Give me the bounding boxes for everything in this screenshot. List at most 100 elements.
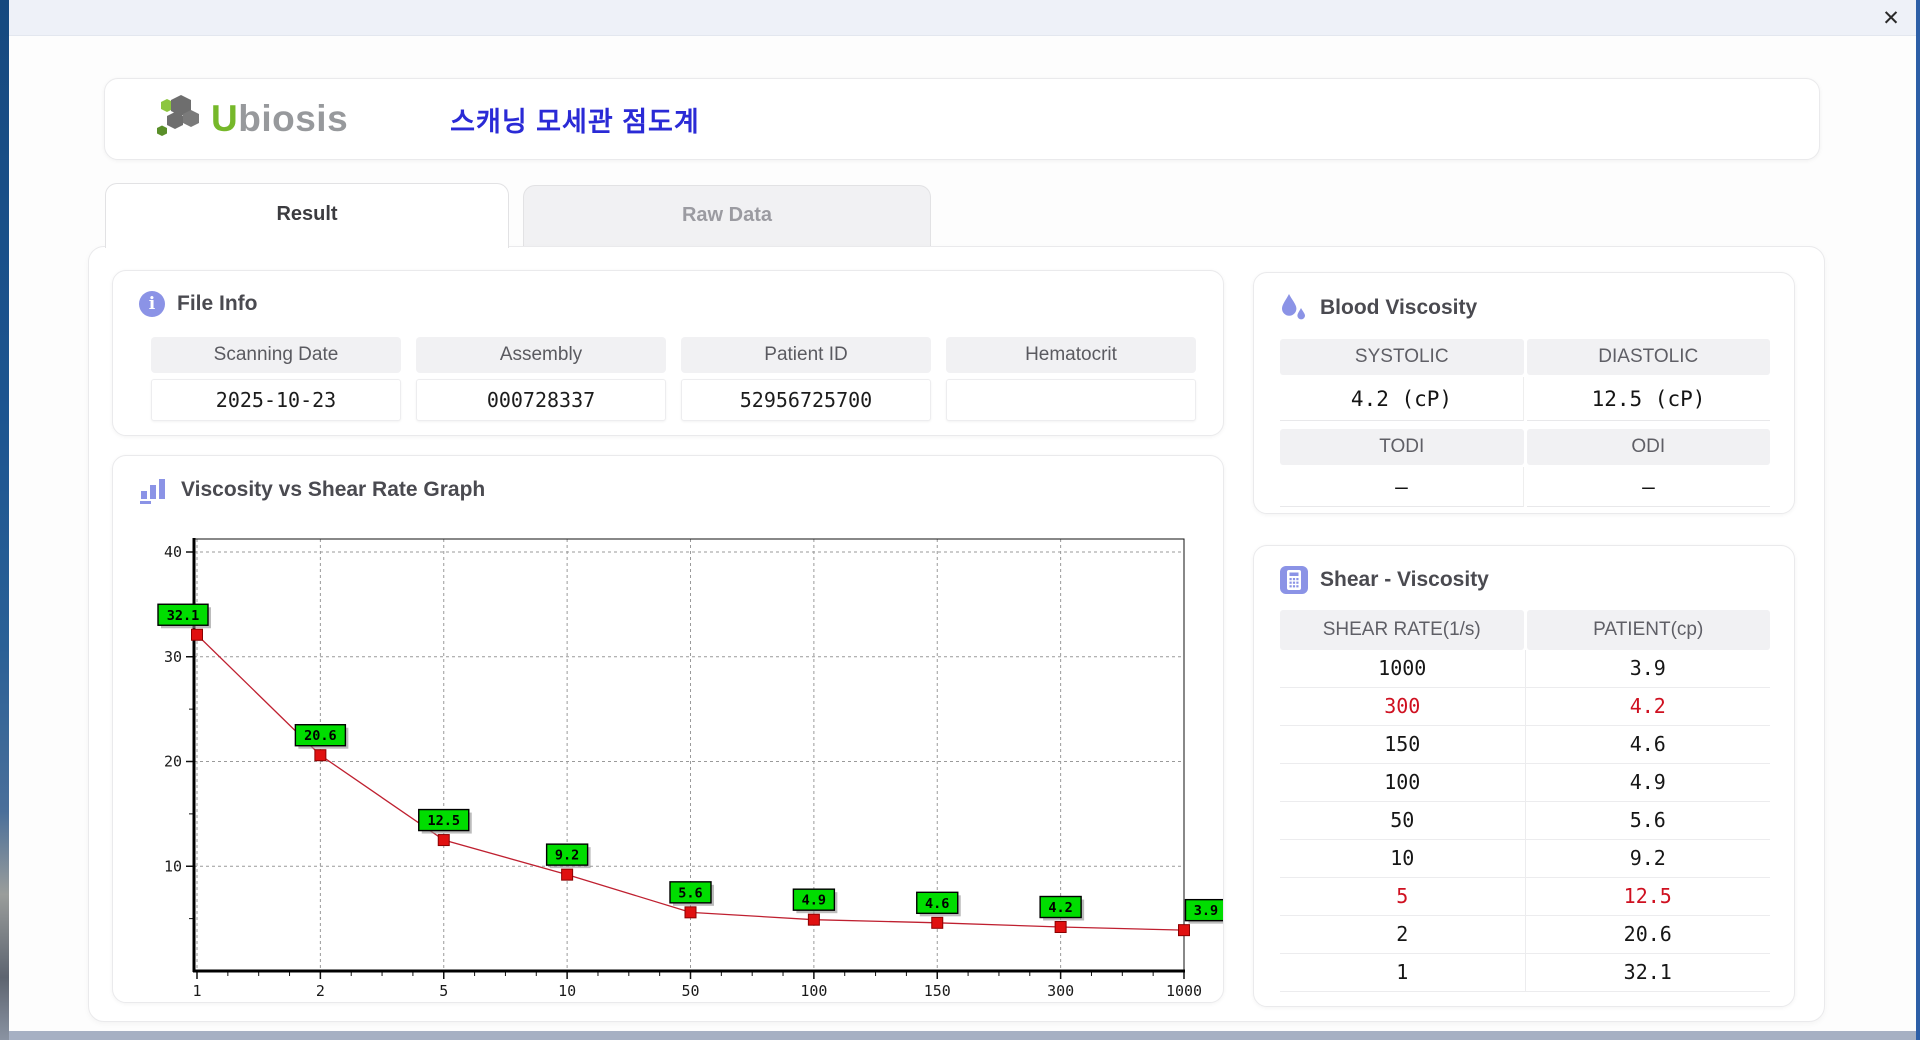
diastolic-label: DIASTOLIC xyxy=(1527,339,1771,375)
table-row: 132.1 xyxy=(1280,954,1770,992)
shear-rate-cell: 300 xyxy=(1280,688,1526,725)
field-value: 52956725700 xyxy=(681,379,931,421)
logo-wordmark: Ubiosis xyxy=(211,98,348,140)
blood-viscosity-table: SYSTOLIC DIASTOLIC 4.2 (cP) 12.5 (cP) TO… xyxy=(1280,339,1770,507)
patient-cell: 12.5 xyxy=(1526,878,1771,915)
calculator-grid-icon xyxy=(1280,566,1308,594)
background-window-edge xyxy=(0,0,9,1040)
page-title: 스캐닝 모세관 점도계 xyxy=(450,100,700,139)
systolic-value: 4.2 (cP) xyxy=(1280,377,1524,421)
tab-result[interactable]: Result xyxy=(105,183,509,248)
table-body: 10003.93004.21504.61004.9505.6109.2512.5… xyxy=(1280,650,1770,992)
field-label: Assembly xyxy=(416,337,666,373)
svg-text:12.5: 12.5 xyxy=(427,813,460,829)
ubiosis-logo: Ubiosis xyxy=(149,94,348,144)
svg-text:50: 50 xyxy=(681,982,699,1000)
svg-text:4.6: 4.6 xyxy=(925,896,949,912)
table-row: 505.6 xyxy=(1280,802,1770,840)
shear-rate-cell: 100 xyxy=(1280,764,1526,801)
svg-text:300: 300 xyxy=(1047,982,1074,1000)
shear-rate-cell: 150 xyxy=(1280,726,1526,763)
svg-text:30: 30 xyxy=(164,648,182,666)
patient-cell: 3.9 xyxy=(1526,650,1771,687)
todi-label: TODI xyxy=(1280,429,1524,465)
close-icon[interactable]: ✕ xyxy=(1878,6,1904,32)
table-row: 109.2 xyxy=(1280,840,1770,878)
patient-cell: 4.9 xyxy=(1526,764,1771,801)
table-row: 512.5 xyxy=(1280,878,1770,916)
window-titlebar: ✕ xyxy=(9,0,1920,36)
table-row: SYSTOLIC DIASTOLIC xyxy=(1280,339,1770,375)
blood-viscosity-section: Blood Viscosity SYSTOLIC DIASTOLIC 4.2 (… xyxy=(1253,272,1795,514)
logo-letter-u: U xyxy=(211,98,238,139)
shear-viscosity-header: Shear - Viscosity xyxy=(1280,566,1794,594)
hexagon-cluster-icon xyxy=(149,94,205,144)
tab-raw-data[interactable]: Raw Data xyxy=(523,185,931,246)
field-label: Patient ID xyxy=(681,337,931,373)
blood-viscosity-title: Blood Viscosity xyxy=(1320,296,1477,320)
shear-viscosity-title: Shear - Viscosity xyxy=(1320,568,1489,592)
table-row: – – xyxy=(1280,467,1770,507)
svg-text:40: 40 xyxy=(164,543,182,561)
odi-value: – xyxy=(1527,467,1770,507)
shear-rate-column-header: SHEAR RATE(1/s) xyxy=(1280,610,1524,650)
svg-text:4.2: 4.2 xyxy=(1048,900,1072,916)
table-header-row: SHEAR RATE(1/s) PATIENT(cp) xyxy=(1280,610,1770,650)
viscosity-chart: 125105010015030010001020304032.120.612.5… xyxy=(113,456,1223,1002)
field-patient-id: Patient ID 52956725700 xyxy=(681,337,931,421)
viscosity-graph-section: Viscosity vs Shear Rate Graph 1251050100… xyxy=(112,455,1224,1003)
field-label: Scanning Date xyxy=(151,337,401,373)
shear-rate-cell: 5 xyxy=(1280,878,1526,915)
systolic-label: SYSTOLIC xyxy=(1280,339,1524,375)
svg-text:2: 2 xyxy=(316,982,325,1000)
blood-viscosity-header: Blood Viscosity xyxy=(1280,293,1794,323)
svg-text:5: 5 xyxy=(439,982,448,1000)
window-bottom-border xyxy=(9,1031,1916,1040)
field-scanning-date: Scanning Date 2025-10-23 xyxy=(151,337,401,421)
patient-cell: 9.2 xyxy=(1526,840,1771,877)
table-row: 3004.2 xyxy=(1280,688,1770,726)
shear-viscosity-table: SHEAR RATE(1/s) PATIENT(cp) 10003.93004.… xyxy=(1280,610,1770,992)
patient-cell: 4.6 xyxy=(1526,726,1771,763)
svg-text:100: 100 xyxy=(800,982,827,1000)
water-drops-icon xyxy=(1280,293,1308,323)
file-info-fields: Scanning Date 2025-10-23 Assembly 000728… xyxy=(151,337,1196,421)
file-info-header: i File Info xyxy=(139,291,1223,317)
svg-text:5.6: 5.6 xyxy=(678,885,702,901)
app-header: Ubiosis 스캐닝 모세관 점도계 xyxy=(104,78,1820,160)
svg-text:150: 150 xyxy=(924,982,951,1000)
file-info-section: i File Info Scanning Date 2025-10-23 Ass… xyxy=(112,270,1224,436)
field-assembly: Assembly 000728337 xyxy=(416,337,666,421)
table-row: 10003.9 xyxy=(1280,650,1770,688)
diastolic-value: 12.5 (cP) xyxy=(1527,377,1770,421)
field-value xyxy=(946,379,1196,421)
odi-label: ODI xyxy=(1527,429,1771,465)
shear-rate-cell: 10 xyxy=(1280,840,1526,877)
file-info-title: File Info xyxy=(177,292,258,316)
table-row: 1004.9 xyxy=(1280,764,1770,802)
svg-text:3.9: 3.9 xyxy=(1194,903,1218,919)
patient-cell: 32.1 xyxy=(1526,954,1771,991)
table-row: TODI ODI xyxy=(1280,429,1770,465)
table-row: 1504.6 xyxy=(1280,726,1770,764)
app-window: ✕ Ubiosis 스캐닝 모세관 점도계 Result Raw Data i … xyxy=(0,0,1920,1040)
window-right-border xyxy=(1916,0,1920,1040)
table-row: 4.2 (cP) 12.5 (cP) xyxy=(1280,377,1770,421)
svg-text:1000: 1000 xyxy=(1166,982,1202,1000)
logo-word-rest: biosis xyxy=(238,98,348,139)
shear-rate-cell: 1 xyxy=(1280,954,1526,991)
svg-text:32.1: 32.1 xyxy=(167,608,200,624)
svg-text:10: 10 xyxy=(558,982,576,1000)
shear-rate-cell: 2 xyxy=(1280,916,1526,953)
table-row: 220.6 xyxy=(1280,916,1770,954)
svg-text:1: 1 xyxy=(192,982,201,1000)
patient-cell: 4.2 xyxy=(1526,688,1771,725)
shear-viscosity-section: Shear - Viscosity SHEAR RATE(1/s) PATIEN… xyxy=(1253,545,1795,1007)
svg-text:9.2: 9.2 xyxy=(555,848,579,864)
svg-text:4.9: 4.9 xyxy=(802,893,826,909)
patient-cell: 20.6 xyxy=(1526,916,1771,953)
info-icon: i xyxy=(139,291,165,317)
field-hematocrit: Hematocrit xyxy=(946,337,1196,421)
svg-text:20: 20 xyxy=(164,753,182,771)
svg-text:10: 10 xyxy=(164,857,182,875)
